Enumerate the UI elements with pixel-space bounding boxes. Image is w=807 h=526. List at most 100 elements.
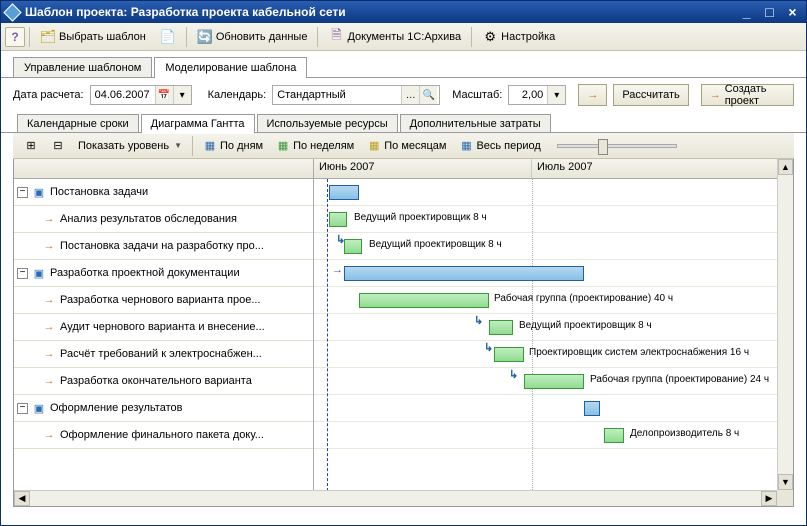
by-days-button[interactable]: ▦По дням	[198, 136, 268, 156]
refresh-button[interactable]: 🔄 Обновить данные	[191, 26, 314, 48]
date-input[interactable]	[91, 86, 155, 104]
task-label: Постановка задачи на разработку про...	[60, 240, 310, 252]
calc-button[interactable]: →	[578, 84, 607, 106]
bar-label: Ведущий проектировщик 8 ч	[369, 239, 502, 250]
task-label: Постановка задачи	[50, 186, 310, 198]
tab-gantt[interactable]: Диаграмма Гантта	[141, 114, 255, 133]
gantt-chart: Ведущий проектировщик 8 ч ↳ Ведущий прое…	[314, 179, 793, 506]
by-months-button[interactable]: ▦По месяцам	[362, 136, 451, 156]
summary-bar[interactable]	[584, 401, 600, 416]
date-label: Дата расчета:	[13, 89, 84, 101]
task-bar[interactable]	[604, 428, 624, 443]
task-bar[interactable]	[494, 347, 524, 362]
collapse-icon[interactable]: −	[17, 187, 28, 198]
month-june: Июнь 2007	[314, 159, 532, 178]
task-icon: →	[42, 212, 56, 226]
gantt-body: −▣Постановка задачи →Анализ результатов …	[14, 179, 793, 506]
collapse-all-button[interactable]: ⊟	[46, 136, 70, 156]
create-project-button[interactable]: → Создать проект	[701, 84, 794, 106]
full-period-button[interactable]: ▦Весь период	[454, 136, 545, 156]
main-tabstrip: Управление шаблоном Моделирование шаблон…	[1, 51, 806, 78]
task-icon: →	[42, 239, 56, 253]
tab-costs[interactable]: Дополнительные затраты	[400, 114, 551, 133]
task-bar[interactable]	[329, 212, 347, 227]
link-arrow-icon: ↳	[509, 368, 518, 381]
today-line	[327, 179, 328, 506]
tab-manage[interactable]: Управление шаблоном	[13, 57, 152, 78]
task-bar[interactable]	[524, 374, 584, 389]
scale-input[interactable]	[509, 86, 547, 104]
refresh-icon: 🔄	[197, 29, 213, 45]
arrow-right-icon: →	[710, 89, 721, 101]
task-label: Оформление результатов	[50, 402, 310, 414]
by-weeks-button[interactable]: ▦По неделям	[271, 136, 359, 156]
task-row[interactable]: →Разработка окончательного варианта	[14, 368, 313, 395]
task-row-group[interactable]: −▣Оформление результатов	[14, 395, 313, 422]
horizontal-scrollbar[interactable]: ◀ ▶	[14, 490, 777, 506]
summary-bar[interactable]	[329, 185, 359, 200]
date-calendar-button[interactable]: 📅	[155, 86, 173, 104]
task-row-group[interactable]: −▣Разработка проектной документации	[14, 260, 313, 287]
calendar-input[interactable]	[273, 86, 401, 104]
calc-button-text[interactable]: Рассчитать	[613, 84, 688, 106]
tab-model[interactable]: Моделирование шаблона	[154, 57, 307, 78]
task-row[interactable]: →Аудит чернового варианта и внесение...	[14, 314, 313, 341]
arrow-right-icon: →	[587, 89, 598, 101]
minimize-button[interactable]: _	[736, 3, 757, 21]
tab-resources[interactable]: Используемые ресурсы	[257, 114, 398, 133]
gantt-header: Июнь 2007 Июль 2007	[14, 159, 793, 179]
collapse-icon[interactable]: −	[17, 268, 28, 279]
maximize-button[interactable]: □	[759, 3, 780, 21]
scroll-down-icon[interactable]: ▼	[778, 474, 793, 490]
month-gridline	[532, 179, 533, 506]
toolbar-divider	[29, 27, 30, 47]
sub-tabstrip: Календарные сроки Диаграмма Гантта Испол…	[1, 112, 806, 133]
calendar-icon: ▦	[203, 139, 217, 153]
date-field[interactable]: 📅 ▾	[90, 85, 192, 105]
date-spin-button[interactable]: ▾	[173, 86, 191, 104]
help-button[interactable]: ?	[5, 27, 25, 47]
calendar-search-button[interactable]: 🔍	[419, 86, 437, 104]
zoom-slider[interactable]	[557, 144, 677, 148]
scroll-left-icon[interactable]: ◀	[14, 491, 30, 506]
template-action-button[interactable]: 📄	[154, 26, 182, 48]
vertical-scrollbar[interactable]: ▲ ▼	[777, 159, 793, 490]
close-button[interactable]: ×	[782, 3, 803, 21]
task-row[interactable]: →Расчёт требований к электроснабжен...	[14, 341, 313, 368]
task-row[interactable]: →Оформление финального пакета доку...	[14, 422, 313, 449]
bar-label: Рабочая группа (проектирование) 40 ч	[494, 293, 673, 304]
scale-spin-button[interactable]: ▾	[547, 86, 565, 104]
documents-button[interactable]: 🗎 Документы 1С:Архива	[322, 26, 467, 48]
gantt-toolbar: ⊞ ⊟ Показать уровень ▼ ▦По дням ▦По неде…	[13, 133, 794, 159]
calendar-icon: ▦	[276, 139, 290, 153]
show-level-button[interactable]: Показать уровень ▼	[73, 136, 187, 156]
calendar-field[interactable]: … 🔍	[272, 85, 440, 105]
scroll-up-icon[interactable]: ▲	[778, 159, 793, 175]
task-icon: →	[42, 428, 56, 442]
expand-all-button[interactable]: ⊞	[19, 136, 43, 156]
task-label: Разработка окончательного варианта	[60, 375, 310, 387]
plus-icon: ⊞	[24, 139, 38, 153]
task-row-group[interactable]: −▣Постановка задачи	[14, 179, 313, 206]
chevron-down-icon: ▼	[174, 141, 182, 150]
main-toolbar: ? 🗂 Выбрать шаблон 📄 🔄 Обновить данные 🗎…	[1, 23, 806, 51]
task-row[interactable]: → Постановка задачи на разработку про...	[14, 233, 313, 260]
settings-button[interactable]: ⚙ Настройка	[476, 26, 561, 48]
gear-icon: ⚙	[482, 29, 498, 45]
task-bar[interactable]	[489, 320, 513, 335]
task-row[interactable]: →Разработка чернового варианта прое...	[14, 287, 313, 314]
calendar-select-button[interactable]: …	[401, 86, 419, 104]
select-template-button[interactable]: 🗂 Выбрать шаблон	[34, 26, 152, 48]
scroll-right-icon[interactable]: ▶	[761, 491, 777, 506]
task-bar[interactable]	[344, 239, 362, 254]
task-row[interactable]: →Анализ результатов обследования	[14, 206, 313, 233]
task-icon: →	[42, 293, 56, 307]
slider-thumb[interactable]	[598, 139, 608, 155]
tab-dates[interactable]: Календарные сроки	[17, 114, 139, 133]
by-weeks-label: По неделям	[293, 140, 354, 152]
timeline-header: Июнь 2007 Июль 2007	[314, 159, 793, 178]
task-bar[interactable]	[359, 293, 489, 308]
scale-field[interactable]: ▾	[508, 85, 566, 105]
summary-bar[interactable]	[344, 266, 584, 281]
collapse-icon[interactable]: −	[17, 403, 28, 414]
